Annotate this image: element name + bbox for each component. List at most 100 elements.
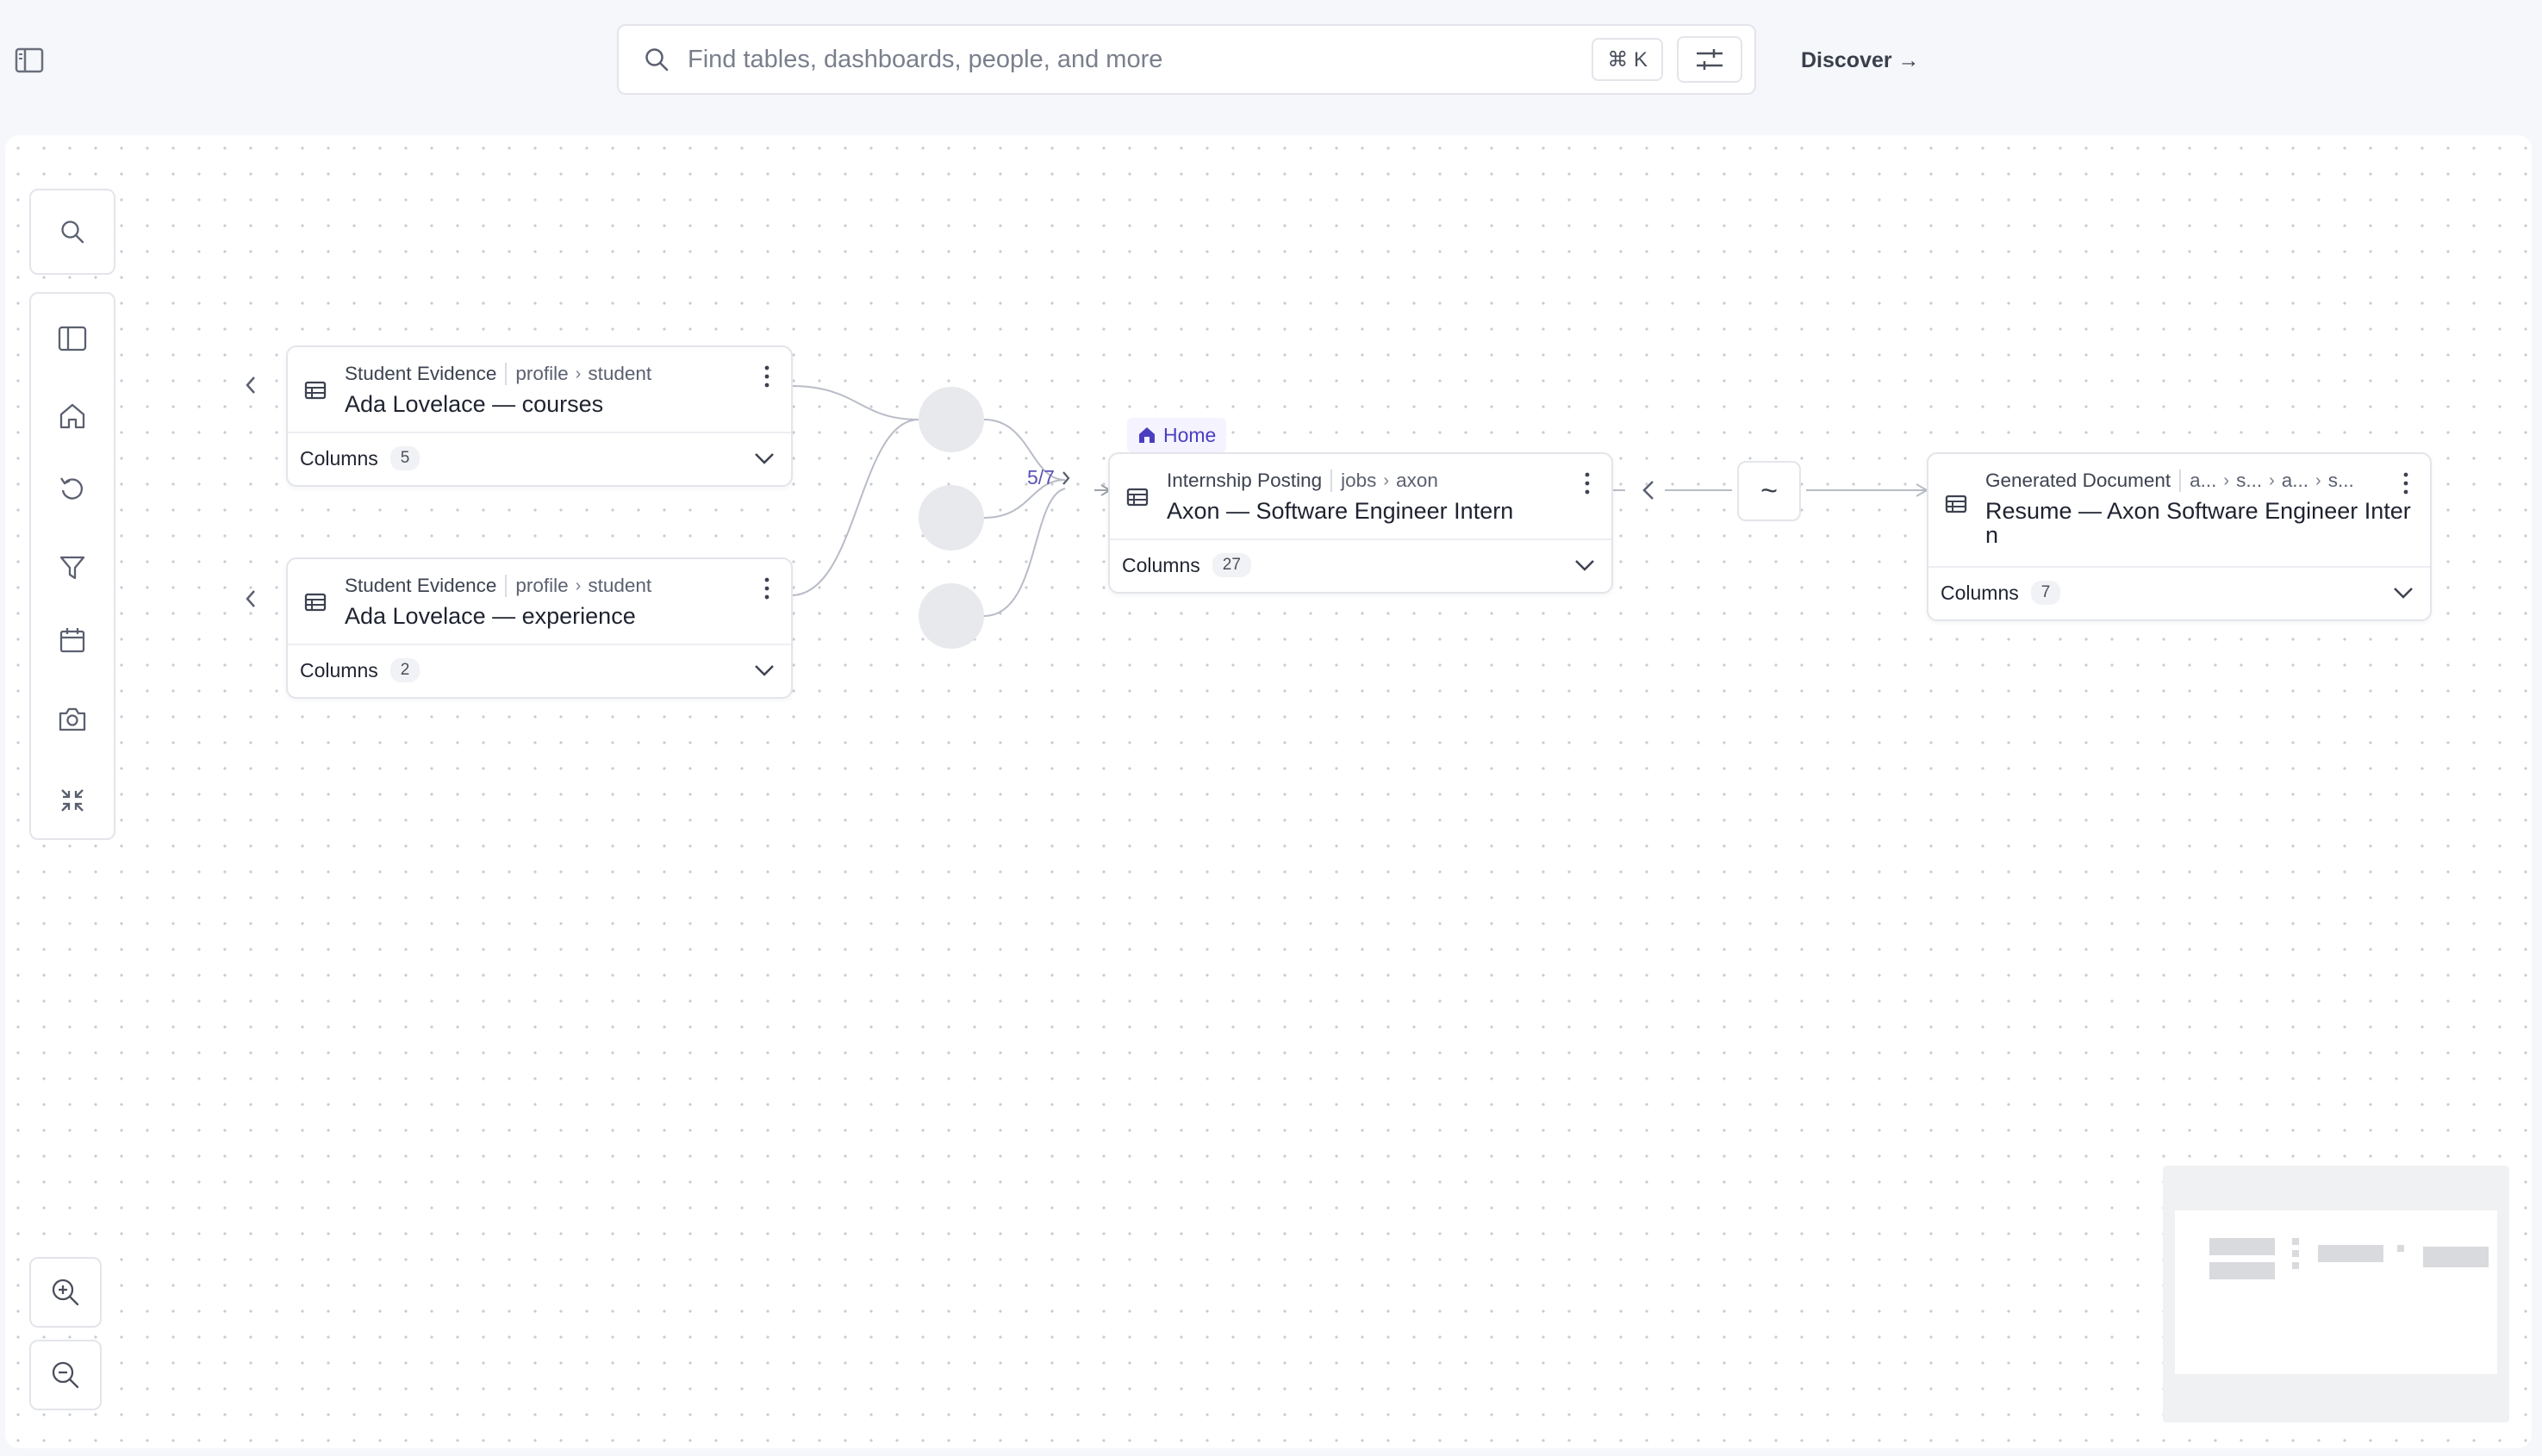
calendar-button[interactable] [31, 614, 114, 666]
node-kind: Student Evidence [345, 363, 497, 384]
more-options-icon[interactable] [757, 359, 777, 394]
sliders-icon [1697, 49, 1723, 70]
columns-label: Columns [300, 446, 378, 470]
upstream-pager[interactable]: 5/7 [1027, 466, 1072, 489]
minimap-node [2209, 1238, 2275, 1255]
node-title: Ada Lovelace — courses [345, 391, 604, 417]
chevron-down-icon[interactable] [1572, 552, 1598, 578]
minimap-viewport[interactable] [2175, 1210, 2497, 1374]
home-icon [1139, 427, 1155, 443]
expand-upstream-experience-button[interactable] [238, 582, 264, 616]
zoom-in-icon [52, 1279, 79, 1306]
home-button[interactable] [31, 390, 114, 442]
minimap-node [2209, 1262, 2275, 1279]
chevron-down-icon[interactable] [751, 657, 777, 683]
collapse-left-chevron-icon [1642, 481, 1654, 500]
collapsed-node-placeholder[interactable] [919, 485, 984, 551]
breadcrumb-chevron-icon: › [575, 364, 582, 383]
chevron-right-icon [1062, 470, 1070, 485]
edge-bubble3-posting [983, 488, 1066, 617]
minimap[interactable] [2163, 1166, 2509, 1422]
path-segment: profile [515, 363, 569, 384]
node-kind: Student Evidence [345, 575, 497, 596]
node-title: Ada Lovelace — experience [345, 603, 636, 629]
columns-toggle[interactable]: Columns 2 [300, 644, 421, 697]
zoom-out-button[interactable] [29, 1340, 102, 1410]
columns-count-badge: 7 [2030, 581, 2061, 605]
node-title: Axon — Software Engineer Intern [1167, 498, 1514, 524]
breadcrumb-chevron-icon: › [2315, 470, 2321, 490]
minimap-node [2397, 1245, 2404, 1252]
tilde-icon: ~ [1760, 474, 1778, 507]
pager-count: 5/7 [1027, 466, 1055, 488]
breadcrumb-chevron-icon: › [2223, 470, 2230, 490]
path-segment: a... [2281, 470, 2309, 491]
filter-button[interactable] [31, 542, 114, 594]
lineage-canvas[interactable]: Student Evidence profile › student Ada L… [5, 135, 2532, 1448]
more-options-icon[interactable] [2396, 466, 2416, 501]
table-icon [1944, 492, 1968, 516]
node-ada-experience[interactable]: Student Evidence profile › student Ada L… [286, 557, 793, 699]
node-resume-document[interactable]: Generated Document a... › s... › a... › … [1927, 452, 2432, 621]
node-ada-courses[interactable]: Student Evidence profile › student Ada L… [286, 345, 793, 487]
chevron-left-icon [246, 376, 255, 394]
path-segment: student [588, 363, 652, 384]
path-segment: student [588, 575, 652, 596]
node-breadcrumb: Student Evidence profile › student [345, 363, 651, 385]
node-breadcrumb: Generated Document a... › s... › a... › … [1985, 470, 2354, 492]
node-breadcrumb: Student Evidence profile › student [345, 575, 651, 597]
columns-toggle[interactable]: Columns 27 [1122, 538, 1251, 592]
expand-upstream-courses-button[interactable] [238, 368, 264, 402]
node-title-line: Resume — Axon Software Engineer Inter [1985, 498, 2411, 524]
canvas-search-button[interactable] [29, 189, 115, 275]
top-bar: ⌘ K Discover → [0, 0, 2542, 129]
zoom-out-icon [52, 1361, 79, 1389]
search-filter-button[interactable] [1677, 36, 1742, 83]
more-options-icon[interactable] [757, 571, 777, 606]
collapse-icon [61, 789, 84, 812]
panel-icon [58, 326, 87, 352]
collapse-all-button[interactable] [31, 775, 114, 826]
edge-courses-bubble [790, 385, 919, 420]
chevron-down-icon[interactable] [751, 445, 777, 471]
minimap-node [2318, 1245, 2383, 1262]
sidebar-toggle-icon[interactable] [14, 45, 45, 76]
search-icon [61, 221, 84, 244]
undo-icon [60, 477, 84, 500]
columns-toggle[interactable]: Columns 5 [300, 432, 421, 485]
columns-toggle[interactable]: Columns 7 [1941, 566, 2061, 619]
snapshot-button[interactable] [31, 694, 114, 745]
node-path: profile › student [505, 575, 651, 597]
columns-label: Columns [1941, 581, 2019, 604]
minimap-node [2292, 1238, 2299, 1245]
reset-button[interactable] [31, 463, 114, 514]
home-badge: Home [1127, 418, 1227, 452]
columns-count-badge: 2 [389, 658, 421, 682]
search-input[interactable] [686, 44, 1592, 75]
columns-label: Columns [300, 658, 378, 681]
table-icon [303, 378, 327, 402]
table-icon [303, 590, 327, 614]
transform-node[interactable]: ~ [1737, 461, 1801, 521]
canvas-toolbar [29, 292, 115, 840]
breadcrumb-chevron-icon: › [1383, 470, 1390, 490]
path-segment: s... [2236, 470, 2263, 491]
table-icon [1125, 485, 1150, 509]
columns-count-badge: 27 [1212, 553, 1251, 577]
path-segment: jobs [1341, 470, 1377, 491]
global-search-bar: ⌘ K [617, 24, 1756, 95]
discover-link[interactable]: Discover → [1801, 45, 1920, 76]
collapsed-node-placeholder[interactable] [919, 387, 984, 452]
collapsed-node-placeholder[interactable] [919, 583, 984, 649]
chevron-down-icon[interactable] [2390, 580, 2416, 606]
more-options-icon[interactable] [1577, 466, 1598, 501]
zoom-in-button[interactable] [29, 1257, 102, 1328]
toggle-panel-button[interactable] [31, 313, 114, 364]
node-kind: Generated Document [1985, 470, 2171, 491]
columns-count-badge: 5 [389, 446, 421, 470]
columns-label: Columns [1122, 553, 1200, 576]
lineage-edges [790, 385, 1928, 617]
home-icon [59, 403, 85, 429]
node-axon-posting[interactable]: Internship Posting jobs › axon Axon — So… [1108, 452, 1613, 594]
breadcrumb-chevron-icon: › [2269, 470, 2275, 490]
